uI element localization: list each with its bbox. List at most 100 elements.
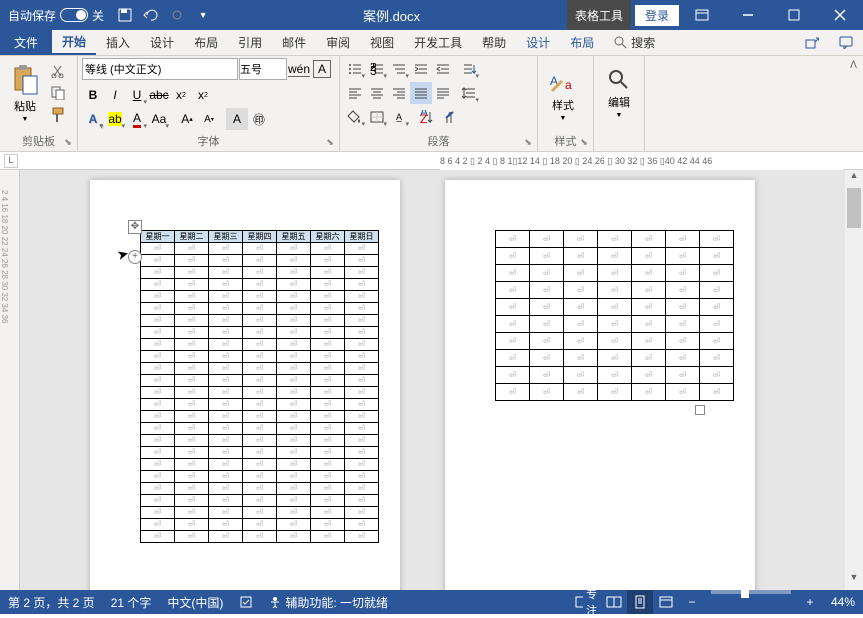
table-cell[interactable]: ⏎ (277, 495, 311, 507)
table-cell[interactable]: ⏎ (243, 291, 277, 303)
table-cell[interactable]: ⏎ (277, 375, 311, 387)
table-cell[interactable]: ⏎ (311, 423, 345, 435)
table-cell[interactable]: ⏎ (243, 447, 277, 459)
styles-button[interactable]: Aa 样式 ▼ (542, 58, 584, 128)
table-cell[interactable]: ⏎ (141, 519, 175, 531)
table-cell[interactable]: ⏎ (311, 519, 345, 531)
table-cell[interactable]: ⏎ (175, 363, 209, 375)
table-cell[interactable]: ⏎ (209, 339, 243, 351)
table-cell[interactable]: ⏎ (598, 384, 632, 401)
table-cell[interactable]: ⏎ (345, 351, 379, 363)
table-cell[interactable]: ⏎ (209, 315, 243, 327)
table-cell[interactable]: ⏎ (345, 459, 379, 471)
tab-help[interactable]: 帮助 (472, 30, 516, 55)
table-cell[interactable]: ⏎ (243, 435, 277, 447)
table-cell[interactable]: ⏎ (496, 316, 530, 333)
table-cell[interactable]: ⏎ (345, 303, 379, 315)
table-cell[interactable]: ⏎ (175, 291, 209, 303)
table-cell[interactable]: ⏎ (209, 267, 243, 279)
table-cell[interactable]: ⏎ (175, 327, 209, 339)
table-cell[interactable]: ⏎ (345, 507, 379, 519)
table-cell[interactable]: ⏎ (175, 411, 209, 423)
table-cell[interactable]: ⏎ (243, 471, 277, 483)
bold-icon[interactable]: B (82, 84, 104, 106)
table-cell[interactable]: ⏎ (243, 351, 277, 363)
table-cell[interactable]: ⏎ (141, 423, 175, 435)
cut-icon[interactable] (47, 61, 69, 81)
focus-mode-button[interactable]: 专注 (575, 590, 601, 614)
table-cell[interactable]: ⏎ (345, 339, 379, 351)
table-cell[interactable]: ⏎ (141, 291, 175, 303)
table-cell[interactable]: ⏎ (666, 350, 700, 367)
table-cell[interactable]: ⏎ (277, 279, 311, 291)
table-cell[interactable]: ⏎ (175, 495, 209, 507)
table-cell[interactable]: ⏎ (530, 282, 564, 299)
table-cell[interactable]: ⏎ (175, 519, 209, 531)
text-direction-icon[interactable] (458, 58, 480, 80)
table-cell[interactable]: ⏎ (700, 333, 734, 350)
table-cell[interactable]: ⏎ (345, 387, 379, 399)
table-cell[interactable]: ⏎ (243, 303, 277, 315)
decrease-indent-icon[interactable] (432, 58, 454, 80)
table-cell[interactable]: ⏎ (277, 447, 311, 459)
table-cell[interactable]: ⏎ (141, 315, 175, 327)
table-cell[interactable]: ⏎ (141, 267, 175, 279)
table-cell[interactable]: ⏎ (175, 243, 209, 255)
char-shading-icon[interactable]: A (226, 108, 248, 130)
table-cell[interactable]: ⏎ (277, 423, 311, 435)
page-2[interactable]: ⏎⏎⏎⏎⏎⏎⏎⏎⏎⏎⏎⏎⏎⏎⏎⏎⏎⏎⏎⏎⏎⏎⏎⏎⏎⏎⏎⏎⏎⏎⏎⏎⏎⏎⏎⏎⏎⏎⏎⏎… (445, 180, 755, 590)
table-cell[interactable]: ⏎ (243, 531, 277, 543)
read-mode-icon[interactable] (601, 590, 627, 614)
italic-icon[interactable]: I (104, 84, 126, 106)
table-cell[interactable]: ⏎ (700, 367, 734, 384)
shading-icon[interactable] (344, 106, 366, 128)
table-cell[interactable]: ⏎ (530, 265, 564, 282)
table-cell[interactable]: ⏎ (598, 248, 632, 265)
table-cell[interactable]: ⏎ (243, 423, 277, 435)
table-cell[interactable]: ⏎ (209, 447, 243, 459)
table-cell[interactable]: ⏎ (311, 243, 345, 255)
subscript-icon[interactable]: x2 (170, 84, 192, 106)
redo-icon[interactable] (164, 0, 190, 30)
spellcheck-icon[interactable] (231, 590, 261, 614)
table-cell[interactable]: ⏎ (311, 459, 345, 471)
table-cell[interactable]: ⏎ (209, 351, 243, 363)
table-cell[interactable]: ⏎ (530, 299, 564, 316)
table-cell[interactable]: ⏎ (598, 282, 632, 299)
table-cell[interactable]: ⏎ (666, 367, 700, 384)
table-cell[interactable]: ⏎ (598, 231, 632, 248)
table-cell[interactable]: ⏎ (345, 243, 379, 255)
table-cell[interactable]: ⏎ (277, 399, 311, 411)
table-cell[interactable]: ⏎ (311, 327, 345, 339)
table-cell[interactable]: ⏎ (311, 399, 345, 411)
maximize-icon[interactable] (771, 0, 817, 30)
login-button[interactable]: 登录 (635, 5, 679, 26)
table-cell[interactable]: ⏎ (345, 411, 379, 423)
superscript-icon[interactable]: x2 (192, 84, 214, 106)
table-cell[interactable]: ⏎ (311, 387, 345, 399)
table-cell[interactable]: ⏎ (209, 387, 243, 399)
table-cell[interactable]: ⏎ (496, 282, 530, 299)
table-header-cell[interactable]: 星期三 (209, 231, 243, 243)
multilevel-icon[interactable] (388, 58, 410, 80)
table-cell[interactable]: ⏎ (345, 423, 379, 435)
table-cell[interactable]: ⏎ (277, 303, 311, 315)
table-cell[interactable]: ⏎ (175, 459, 209, 471)
table-cell[interactable]: ⏎ (209, 507, 243, 519)
table-cell[interactable]: ⏎ (277, 243, 311, 255)
table-cell[interactable]: ⏎ (243, 375, 277, 387)
tab-home[interactable]: 开始 (52, 30, 96, 55)
table-cell[interactable]: ⏎ (141, 327, 175, 339)
table-cell[interactable]: ⏎ (666, 265, 700, 282)
font-dialog-launcher[interactable]: ⬊ (323, 135, 337, 149)
phonetic-guide-icon[interactable]: wén (288, 58, 310, 80)
table-cell[interactable]: ⏎ (141, 339, 175, 351)
table-cell[interactable]: ⏎ (243, 315, 277, 327)
table-cell[interactable]: ⏎ (277, 255, 311, 267)
table-cell[interactable]: ⏎ (209, 363, 243, 375)
tab-mailings[interactable]: 邮件 (272, 30, 316, 55)
paste-button[interactable]: 粘贴 ▼ (4, 58, 46, 128)
table-cell[interactable]: ⏎ (564, 231, 598, 248)
table-cell[interactable]: ⏎ (141, 411, 175, 423)
table-cell[interactable]: ⏎ (311, 507, 345, 519)
